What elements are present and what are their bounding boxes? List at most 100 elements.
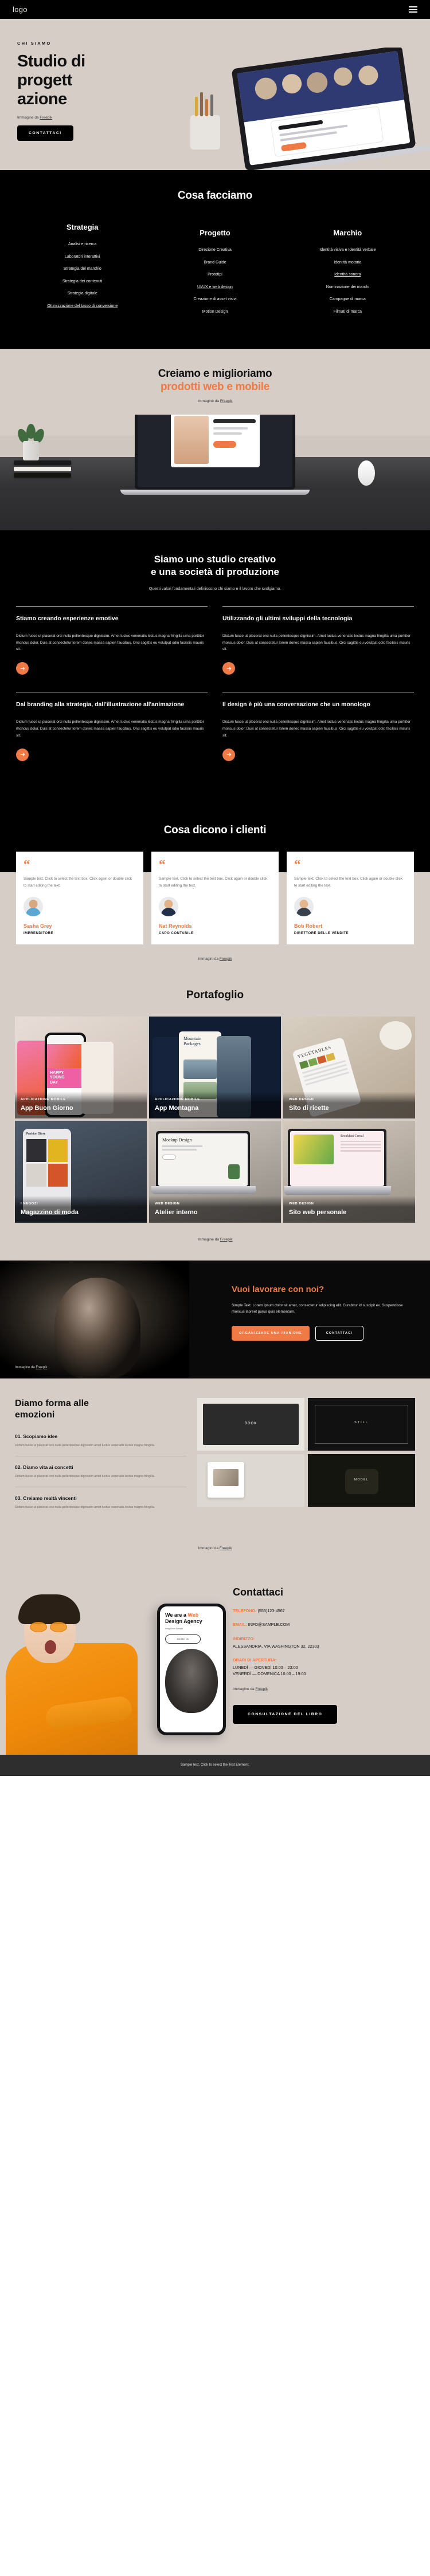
freepik-link[interactable]: Freepik — [220, 1238, 233, 1242]
value-card-body: Dictum fusce ut placerat orci nulla pell… — [222, 633, 411, 652]
service-link[interactable]: UI/UX e web design — [197, 285, 233, 289]
list-item[interactable]: Nominazione dei marchi — [282, 285, 414, 291]
arrow-right-icon[interactable] — [16, 748, 29, 761]
freepik-link[interactable]: Freepik — [40, 116, 52, 120]
list-item[interactable]: Ottimizzazione del tasso di conversione — [16, 304, 148, 310]
cta-section: Vuoi lavorare con noi? Simple Text. Lore… — [0, 1260, 430, 1378]
pencil-cup-icon — [190, 92, 220, 149]
service-link[interactable]: Nominazione dei marchi — [326, 285, 369, 289]
list-item[interactable]: Identità sonora — [282, 272, 414, 278]
list-item[interactable]: Creazione di asset visivi — [148, 297, 281, 303]
portfolio-card[interactable]: Fashion Store I NEGOZI Magazzino di moda — [15, 1120, 147, 1223]
contact-button[interactable]: CONTATTACI — [315, 1325, 363, 1341]
testimonial-name: Nat Reynolds — [159, 923, 192, 929]
book-stack-icon — [14, 459, 71, 478]
phone-contact-button[interactable]: contact us — [165, 1634, 201, 1644]
portfolio-card[interactable]: Mountain Packages APPLICAZIONE MOBILE App… — [149, 1016, 281, 1118]
schedule-meeting-button[interactable]: ORGANIZZARE UNA RIUNIONE — [232, 1325, 310, 1341]
service-link[interactable]: Identità motoria — [334, 261, 361, 265]
freepik-link[interactable]: Freepik — [220, 957, 232, 961]
site-footer: Sample text. Click to select the Text El… — [0, 1755, 430, 1777]
testimonial-card: “ Sample text. Click to select the text … — [16, 851, 143, 944]
portfolio-category: APPLICAZIONE MOBILE — [155, 1097, 200, 1101]
list-item[interactable]: Direzione Creativa — [148, 247, 281, 254]
freepik-link[interactable]: Freepik — [220, 399, 233, 403]
step-heading: 03. Creiamo realtà vincenti — [15, 1495, 187, 1501]
service-link[interactable]: Prototipi — [208, 273, 222, 277]
service-link[interactable]: Brand Guide — [204, 261, 226, 265]
list-item[interactable]: Strategia del marchio — [16, 266, 148, 273]
list-item[interactable]: Strategia dei contenuti — [16, 279, 148, 285]
list-item[interactable]: Brand Guide — [148, 260, 281, 266]
services-column-strategia: Strategia Analisi e ricerca Laboratori i… — [16, 223, 148, 321]
freepik-link[interactable]: Freepik — [36, 1366, 47, 1369]
list-item[interactable]: Identità visiva e Identità verbale — [282, 247, 414, 254]
service-link[interactable]: Identità visiva e Identità verbale — [319, 248, 376, 252]
service-link[interactable]: Creazione di asset visivi — [193, 297, 236, 301]
service-link[interactable]: Direzione Creativa — [198, 248, 232, 252]
service-link[interactable]: Laboratori interattivi — [65, 255, 100, 259]
service-link[interactable]: Strategia del marchio — [64, 267, 101, 271]
credit-prefix: Immagine da — [197, 399, 220, 404]
portfolio-section: Portafoglio HAPPY YOUNG DAY APPLICAZIONE M… — [0, 977, 430, 1261]
freepik-link[interactable]: Freepik — [220, 1546, 232, 1550]
contact-email: EMAIL: INFO@SAMPLE.COM — [233, 1621, 415, 1628]
email-value[interactable]: INFO@SAMPLE.COM — [248, 1622, 290, 1627]
service-link[interactable]: Filmati di marca — [334, 310, 362, 314]
service-link[interactable]: Strategia dei contenuti — [62, 279, 103, 283]
list-item[interactable]: UI/UX e web design — [148, 285, 281, 291]
book-consultation-button[interactable]: CONSULTAZIONE DEL LIBRO — [233, 1705, 338, 1724]
hero-cta-button[interactable]: CONTATTACI — [17, 125, 73, 141]
phone-label: TELEFONO: — [233, 1608, 257, 1614]
portfolio-category: WEB DESIGN — [155, 1202, 180, 1206]
step-number: 02. — [15, 1464, 22, 1470]
cta-title: Vuoi lavorare con noi? — [232, 1284, 325, 1294]
freepik-link[interactable]: Freepik — [255, 1687, 268, 1691]
cta-content: Vuoi lavorare con noi? Simple Text. Lore… — [232, 1285, 415, 1341]
contact-phone: TELEFONO: (555)123-4567 — [233, 1608, 415, 1614]
service-link[interactable]: Strategia digitale — [68, 292, 97, 296]
service-link[interactable]: Campagne di marca — [330, 297, 366, 301]
service-link[interactable]: Analisi e ricerca — [68, 242, 96, 246]
portfolio-overlay: APPLICAZIONE MOBILE App Montagna — [149, 1091, 281, 1118]
portfolio-card[interactable]: Mockup Design WEB DESIGN Atelier interno — [149, 1120, 281, 1223]
portfolio-card[interactable]: Breakfast Cereal WEB DESIGN Sito web per… — [283, 1120, 415, 1223]
testimonial-role: IMPRENDITORE — [24, 931, 53, 935]
contact-address: INDIRIZZO: ALESSANDRIA, VIA WASHINGTON 3… — [233, 1636, 415, 1649]
portfolio-title: Portafoglio — [186, 988, 244, 1001]
column-title: Strategia — [66, 223, 99, 231]
address-value: ALESSANDRIA, VIA WASHINGTON 32, 22303 — [233, 1643, 319, 1649]
arrow-right-icon[interactable] — [16, 662, 29, 675]
testimonials-credit: Immagini da Freepik — [0, 944, 430, 978]
service-link[interactable]: Ottimizzazione del tasso di conversione — [47, 304, 118, 308]
list-item[interactable]: Analisi e ricerca — [16, 242, 148, 248]
arrow-right-icon[interactable] — [222, 748, 235, 761]
list-item[interactable]: Motion Design — [148, 309, 281, 316]
portfolio-card[interactable]: HAPPY YOUNG DAY APPLICAZIONE MOBILE App Bu… — [15, 1016, 147, 1118]
arrow-right-icon[interactable] — [222, 662, 235, 675]
value-card: Il design è più una conversazione che un… — [222, 692, 414, 761]
list-item[interactable]: Strategia digitale — [16, 291, 148, 297]
values-title: Siamo uno studio creativo e una società … — [16, 553, 414, 578]
process-title-line2: emozioni — [15, 1409, 55, 1420]
list-item[interactable]: Identità motoria — [282, 260, 414, 266]
logo[interactable]: logo — [13, 5, 28, 14]
portfolio-category: APPLICAZIONE MOBILE — [21, 1097, 66, 1101]
service-link[interactable]: Motion Design — [202, 310, 228, 314]
step-number: 01. — [15, 1433, 22, 1439]
step-body: Dictum fusce ut placerat orci nulla pell… — [15, 1443, 155, 1447]
service-list: Direzione Creativa Brand Guide Prototipi… — [148, 247, 281, 315]
hamburger-menu-icon[interactable] — [409, 6, 417, 13]
contact-hours: ORARI DI APERTURA: LUNEDÌ — GIOVEDÌ 10:0… — [233, 1657, 415, 1677]
process-gallery: BOOK STILL MODEL — [197, 1397, 415, 1526]
contact-section: We are a Web Design Agency Image from Fr… — [0, 1567, 430, 1755]
phone-value[interactable]: (555)123-4567 — [258, 1608, 285, 1613]
list-item[interactable]: Prototipi — [148, 272, 281, 278]
service-link[interactable]: Identità sonora — [334, 273, 361, 277]
list-item[interactable]: Laboratori interattivi — [16, 254, 148, 261]
process-credit: Immagini da Freepik — [0, 1538, 430, 1567]
portfolio-card[interactable]: VEGETABLES WEB DESIGN Sito di ricette — [283, 1016, 415, 1118]
testimonials-title: Cosa dicono i clienti — [163, 824, 267, 836]
list-item[interactable]: Campagne di marca — [282, 297, 414, 303]
list-item[interactable]: Filmati di marca — [282, 309, 414, 316]
